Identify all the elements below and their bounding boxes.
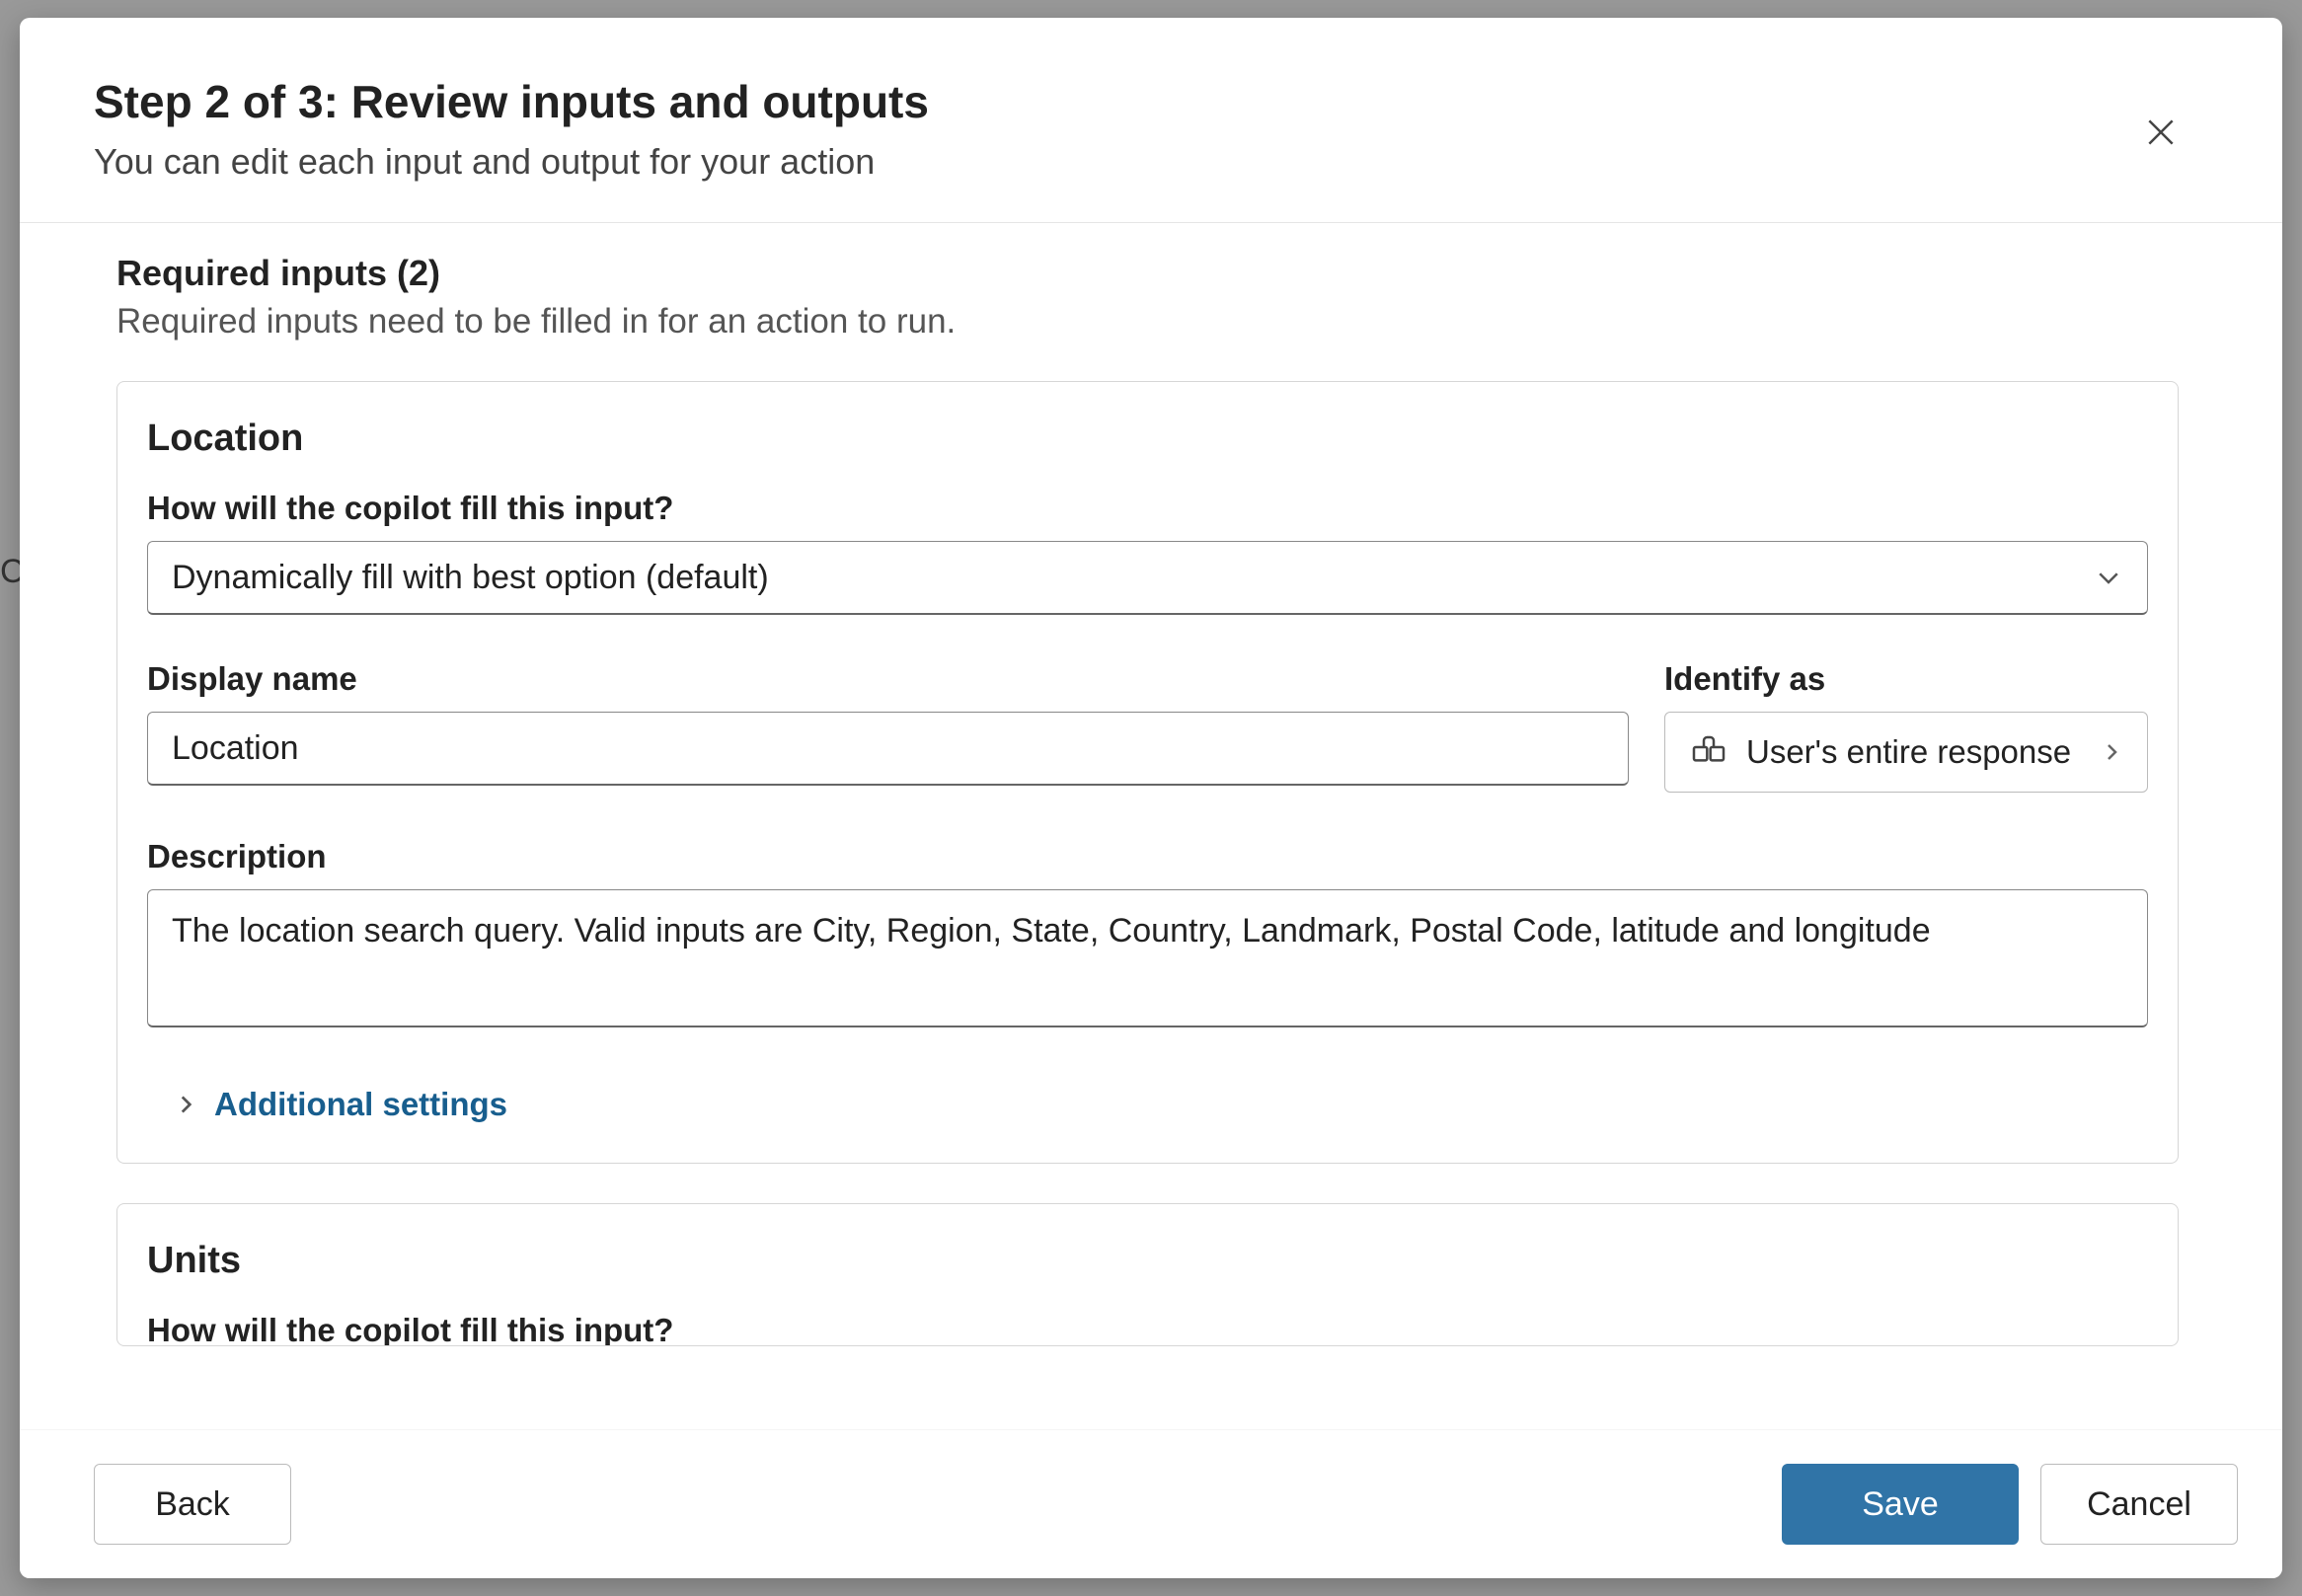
description-input[interactable] — [147, 889, 2148, 1027]
dialog-footer: Back Save Cancel — [20, 1429, 2282, 1578]
identify-as-value: User's entire response — [1746, 733, 2082, 771]
entity-icon — [1689, 732, 1728, 772]
display-name-input[interactable] — [147, 712, 1629, 786]
required-inputs-heading: Required inputs (2) — [116, 253, 2238, 294]
input-card-units: Units How will the copilot fill this inp… — [116, 1203, 2179, 1346]
chevron-right-icon — [2100, 740, 2123, 764]
input-card-location: Location How will the copilot fill this … — [116, 381, 2179, 1164]
header-text: Step 2 of 3: Review inputs and outputs Y… — [94, 75, 2133, 183]
identify-as-label: Identify as — [1664, 660, 2148, 698]
chevron-down-icon — [2094, 563, 2123, 592]
fill-method-value: Dynamically fill with best option (defau… — [172, 559, 769, 597]
identify-as-button[interactable]: User's entire response — [1664, 712, 2148, 793]
dialog-header: Step 2 of 3: Review inputs and outputs Y… — [20, 18, 2282, 223]
dialog-title: Step 2 of 3: Review inputs and outputs — [94, 75, 2133, 129]
dialog-body: Required inputs (2) Required inputs need… — [20, 223, 2282, 1429]
close-button[interactable] — [2133, 105, 2188, 163]
save-button[interactable]: Save — [1782, 1464, 2019, 1545]
back-button[interactable]: Back — [94, 1464, 291, 1545]
required-inputs-subheading: Required inputs need to be filled in for… — [116, 302, 2238, 342]
fill-method-select[interactable]: Dynamically fill with best option (defau… — [147, 541, 2148, 615]
description-label: Description — [147, 838, 2148, 875]
chevron-right-icon — [173, 1092, 198, 1117]
display-name-label: Display name — [147, 660, 1629, 698]
input-card-title: Units — [147, 1240, 2148, 1282]
additional-settings-toggle[interactable]: Additional settings — [173, 1086, 507, 1123]
input-card-title: Location — [147, 418, 2148, 460]
fill-method-label: How will the copilot fill this input? — [147, 490, 2148, 527]
fill-method-label: How will the copilot fill this input? — [147, 1312, 2148, 1346]
wizard-dialog: Step 2 of 3: Review inputs and outputs Y… — [20, 18, 2282, 1578]
additional-settings-label: Additional settings — [214, 1086, 507, 1123]
close-icon — [2141, 113, 2181, 152]
cancel-button[interactable]: Cancel — [2040, 1464, 2238, 1545]
dialog-subtitle: You can edit each input and output for y… — [94, 141, 2133, 183]
